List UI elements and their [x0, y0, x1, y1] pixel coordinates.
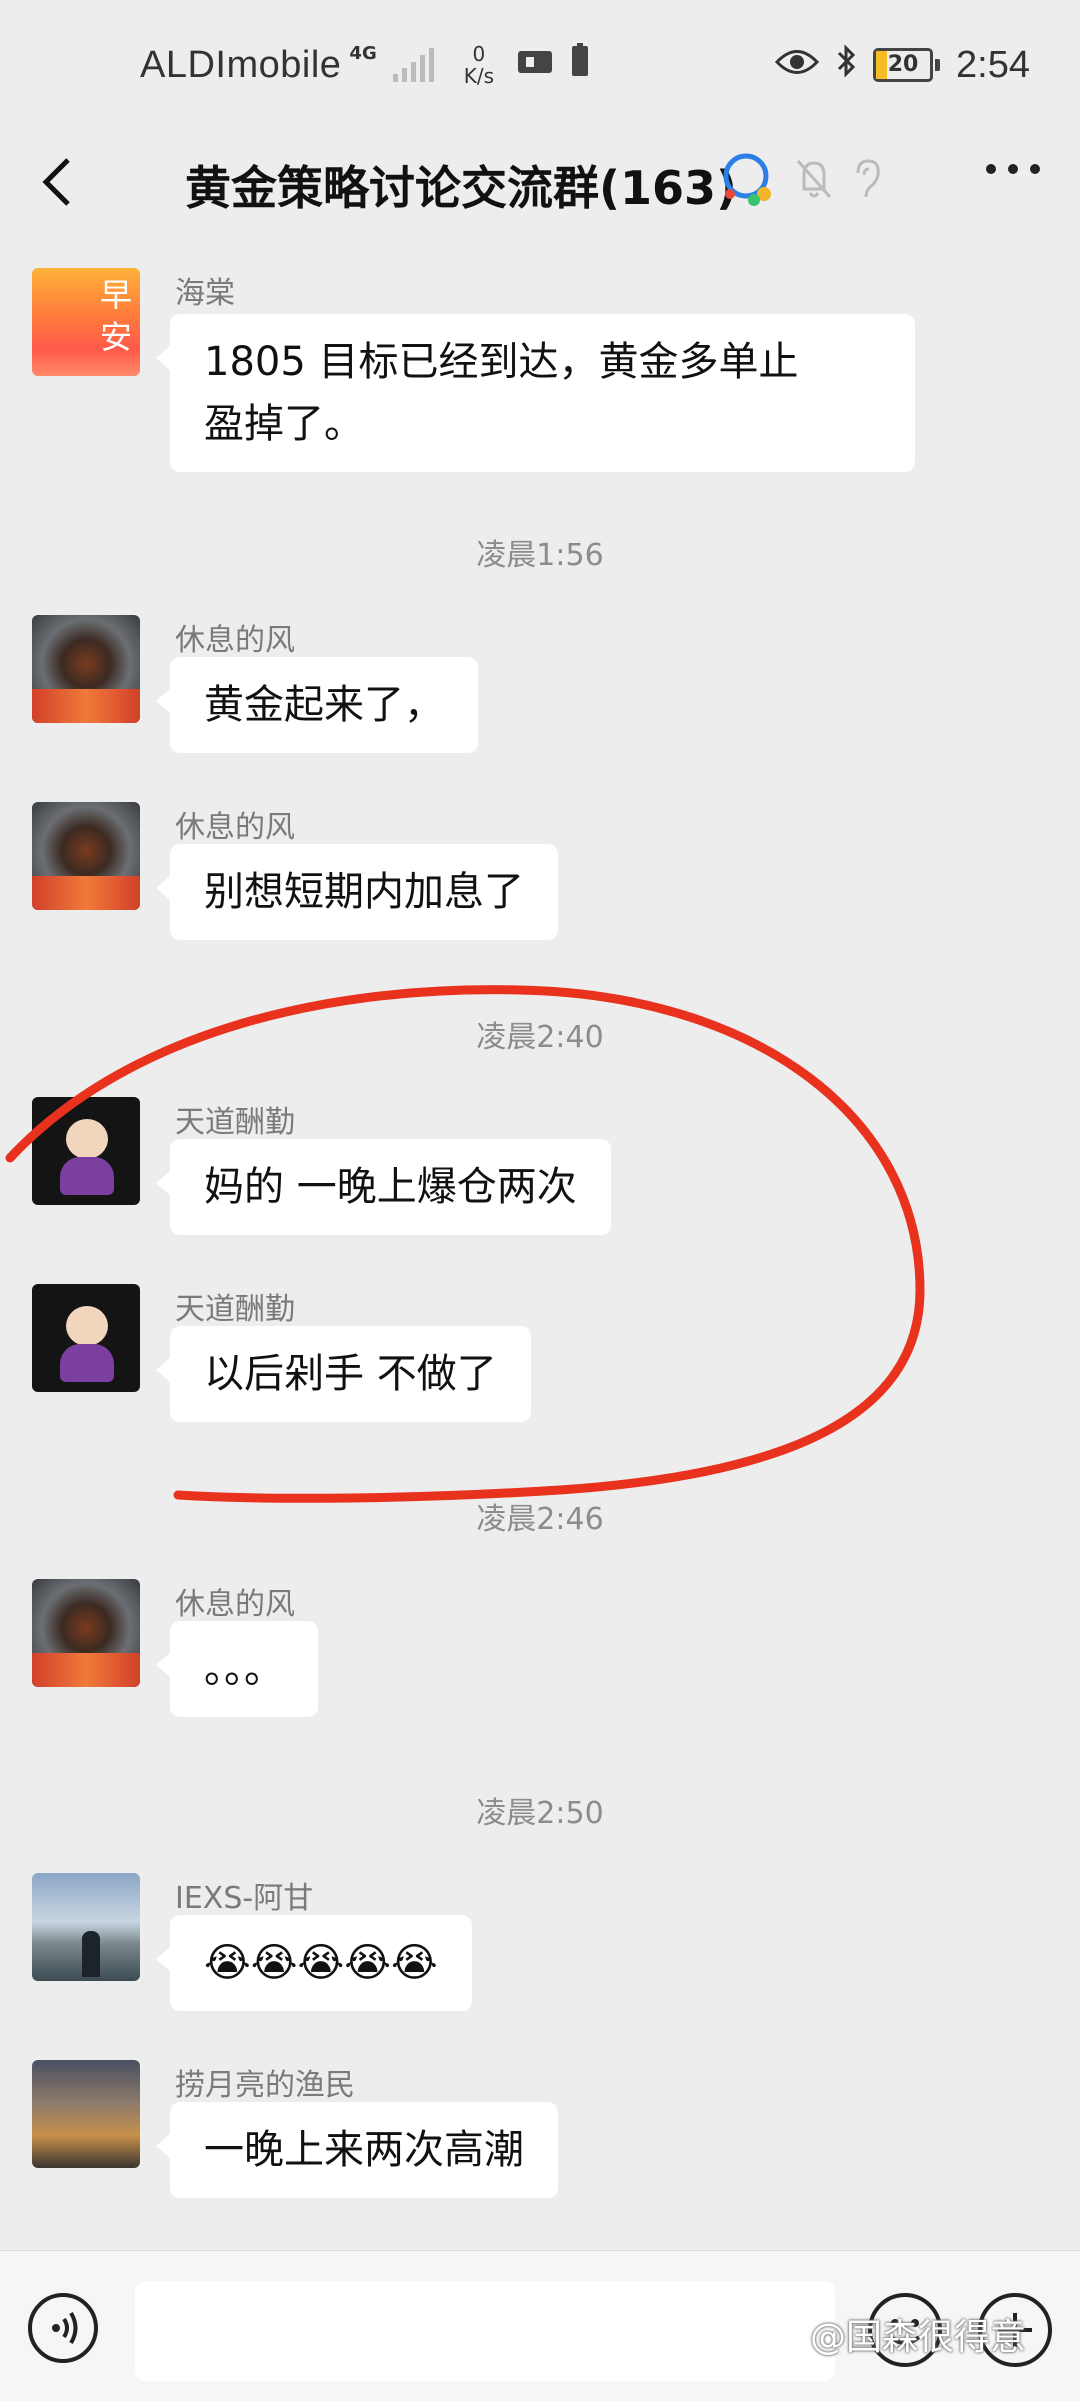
timestamp: 凌晨2:50: [476, 1796, 604, 1831]
clock-time: 2:54: [956, 43, 1030, 86]
sender-name: 捞月亮的渔民: [175, 2068, 355, 2103]
message-list[interactable]: 早 安 海棠 1805 目标已经到达，黄金多单止 盈掉了。 凌晨1:56 休息的…: [0, 240, 1080, 2240]
message-text: 一晚上来两次高潮: [204, 2127, 524, 2173]
avatar[interactable]: [32, 615, 140, 723]
avatar[interactable]: [32, 1873, 140, 1981]
voice-icon[interactable]: [28, 2293, 98, 2363]
battery-level: 20: [887, 52, 919, 77]
message-bubble[interactable]: 妈的 一晚上爆仓两次: [156, 1139, 611, 1235]
message-text: 黄金起来了，: [204, 682, 444, 728]
message-text: 盈掉了。: [204, 401, 364, 447]
timestamp: 凌晨2:46: [476, 1502, 604, 1537]
signal-bars-icon: [392, 48, 434, 82]
avatar[interactable]: 早 安: [32, 268, 140, 376]
sim-battery-icon: [568, 42, 592, 88]
chat-header: 黄金策略讨论交流群(163): [0, 130, 1080, 240]
carrier-name: ALDImobile: [140, 43, 342, 86]
ear-icon: [850, 157, 884, 205]
sender-name: 天道酬勤: [175, 1292, 295, 1327]
message-bubble[interactable]: 😭😭😭😭😭: [156, 1915, 472, 2011]
more-icon[interactable]: [986, 164, 1040, 174]
message-text: 别想短期内加息了: [204, 869, 524, 915]
eye-icon: [774, 45, 820, 86]
enterprise-chat-icon[interactable]: [718, 150, 778, 212]
watermark: @国森很得意: [810, 2317, 1027, 2358]
status-bar: ALDImobile 4G 0 K/s 20 2:54: [0, 0, 1080, 130]
avatar-text: 安: [99, 318, 132, 356]
message-bubble[interactable]: 黄金起来了，: [156, 657, 478, 753]
message-text: 。。。: [204, 1646, 284, 1692]
avatar[interactable]: [32, 802, 140, 910]
avatar-text: 早: [99, 276, 132, 314]
chevron-left-icon: [42, 158, 70, 206]
message-text: 1805 目标已经到达，黄金多单止: [204, 339, 799, 385]
timestamp: 凌晨1:56: [476, 538, 604, 573]
speed-unit: K/s: [463, 64, 495, 88]
avatar[interactable]: [32, 1284, 140, 1392]
network-type: 4G: [349, 42, 377, 64]
message-bubble[interactable]: 1805 目标已经到达，黄金多单止 盈掉了。: [156, 314, 915, 472]
message-bubble[interactable]: 一晚上来两次高潮: [156, 2102, 558, 2198]
card-icon: [516, 45, 554, 86]
sender-name: 天道酬勤: [175, 1105, 295, 1140]
network-speed: 0 K/s: [464, 43, 494, 87]
mute-bell-icon: [794, 157, 834, 205]
speed-value: 0: [472, 42, 486, 66]
sender-name: 海棠: [175, 276, 235, 311]
bluetooth-icon: [835, 43, 857, 88]
avatar[interactable]: [32, 1579, 140, 1687]
message-bubble[interactable]: 别想短期内加息了: [156, 844, 558, 940]
message-bubble[interactable]: 。。。: [156, 1621, 318, 1717]
avatar[interactable]: [32, 1097, 140, 1205]
message-text: 以后剁手 不做了: [204, 1351, 497, 1397]
sender-name: 休息的风: [175, 810, 295, 845]
chat-title[interactable]: 黄金策略讨论交流群(163): [185, 152, 737, 218]
sender-name: IEXS-阿甘: [175, 1881, 314, 1916]
sender-name: 休息的风: [175, 623, 295, 658]
avatar[interactable]: [32, 2060, 140, 2168]
message-input[interactable]: [135, 2281, 835, 2381]
timestamp: 凌晨2:40: [476, 1020, 604, 1055]
message-text: 😭😭😭😭😭: [204, 1940, 438, 1986]
battery-icon: 20: [873, 48, 941, 82]
sender-name: 休息的风: [175, 1587, 295, 1622]
message-text: 妈的 一晚上爆仓两次: [204, 1164, 577, 1210]
back-button[interactable]: [30, 152, 90, 212]
message-bubble[interactable]: 以后剁手 不做了: [156, 1326, 531, 1422]
